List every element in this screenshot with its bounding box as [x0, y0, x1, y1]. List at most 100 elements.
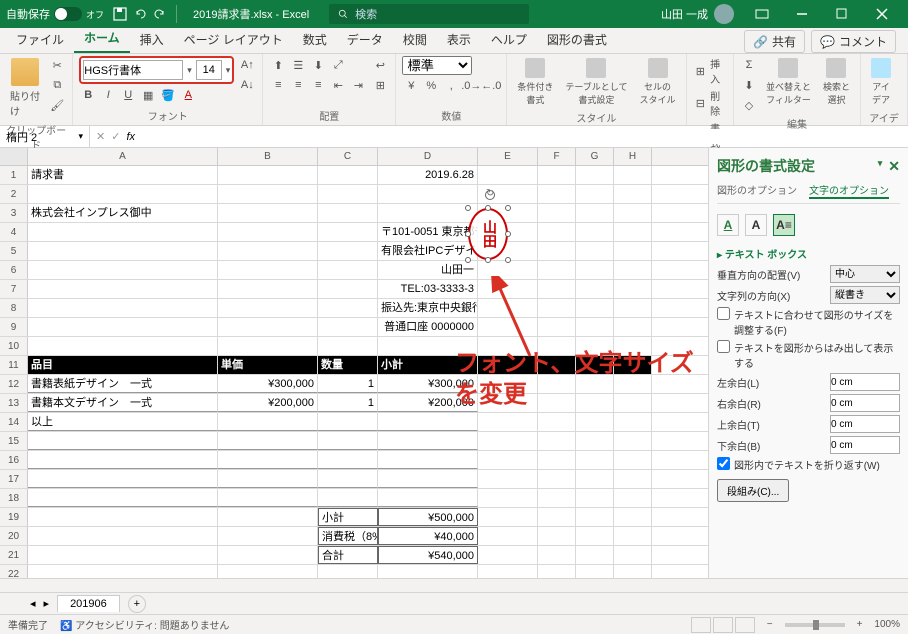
decrease-font-icon[interactable]: A↓ — [238, 76, 256, 94]
cell[interactable] — [28, 432, 218, 450]
copy-icon[interactable]: ⧉ — [48, 76, 66, 94]
paste-button[interactable]: 貼り付け — [6, 56, 44, 120]
row-header[interactable]: 9 — [0, 318, 28, 336]
cell[interactable] — [576, 470, 614, 488]
fx-icon[interactable]: fx — [126, 131, 135, 143]
cell[interactable] — [614, 242, 652, 260]
cell[interactable]: 小計 — [318, 508, 378, 526]
cell[interactable]: ¥200,000 — [218, 394, 318, 412]
share-button[interactable]: 🔗共有 — [744, 30, 805, 53]
margin-top-input[interactable] — [830, 415, 900, 433]
cell[interactable] — [478, 451, 538, 469]
clear-icon[interactable]: ◇ — [740, 96, 758, 114]
cell[interactable]: ¥40,000 — [378, 527, 478, 545]
cell[interactable] — [538, 508, 576, 526]
cell[interactable] — [478, 527, 538, 545]
cell[interactable] — [218, 546, 318, 564]
cell[interactable]: ¥540,000 — [378, 546, 478, 564]
cell[interactable] — [218, 299, 318, 317]
chevron-down-icon[interactable]: ▾ — [226, 65, 231, 76]
cell[interactable] — [538, 242, 576, 260]
cell[interactable] — [538, 451, 576, 469]
cell[interactable] — [538, 565, 576, 578]
number-format-select[interactable]: 標準 — [402, 56, 472, 75]
cell[interactable] — [478, 546, 538, 564]
chevron-down-icon[interactable]: ▾ — [187, 65, 192, 76]
column-header[interactable]: B — [218, 148, 318, 165]
cell[interactable]: 1 — [318, 375, 378, 393]
find-select-button[interactable]: 検索と 選択 — [819, 56, 854, 108]
cell[interactable] — [576, 166, 614, 184]
wrap-text-icon[interactable]: ↩ — [371, 56, 389, 74]
row-header[interactable]: 6 — [0, 261, 28, 279]
cell[interactable] — [576, 280, 614, 298]
column-header[interactable]: H — [614, 148, 652, 165]
font-color-icon[interactable]: A — [179, 86, 197, 104]
cell[interactable] — [538, 470, 576, 488]
cell[interactable] — [318, 299, 378, 317]
cell[interactable] — [614, 413, 652, 431]
cell[interactable] — [218, 527, 318, 545]
cell[interactable] — [478, 280, 538, 298]
cell[interactable] — [218, 166, 318, 184]
cell[interactable] — [538, 204, 576, 222]
cell[interactable] — [218, 432, 318, 450]
cell[interactable] — [614, 318, 652, 336]
currency-icon[interactable]: ¥ — [402, 77, 420, 95]
cell[interactable] — [538, 223, 576, 241]
cell[interactable] — [538, 432, 576, 450]
cell[interactable]: 以上 — [28, 413, 218, 431]
cell[interactable] — [478, 432, 538, 450]
cell[interactable] — [576, 242, 614, 260]
cell[interactable] — [378, 185, 478, 203]
cell[interactable] — [28, 280, 218, 298]
percent-icon[interactable]: % — [422, 77, 440, 95]
cell[interactable] — [538, 261, 576, 279]
cell[interactable] — [478, 299, 538, 317]
cell[interactable] — [28, 470, 218, 488]
cell[interactable] — [538, 318, 576, 336]
select-all-corner[interactable] — [0, 148, 28, 165]
cell[interactable]: 株式会社インプレス御中 — [28, 204, 218, 222]
cell[interactable] — [218, 451, 318, 469]
cell[interactable]: 振込先:東京中央銀行 神保町支店 — [378, 299, 478, 317]
cell[interactable] — [576, 508, 614, 526]
cell[interactable]: 請求書 — [28, 166, 218, 184]
row-header[interactable]: 16 — [0, 451, 28, 469]
autosum-icon[interactable]: Σ — [740, 56, 758, 74]
cell[interactable] — [478, 470, 538, 488]
cell[interactable]: 単価 — [218, 356, 318, 374]
cell[interactable] — [538, 546, 576, 564]
cell[interactable] — [614, 280, 652, 298]
worksheet-grid[interactable]: ABCDEFGH 1請求書2019.6.2823株式会社インプレス御中4〒101… — [0, 148, 708, 578]
cell[interactable]: 合計 — [318, 546, 378, 564]
cell[interactable] — [576, 204, 614, 222]
cell[interactable]: 普通口座 0000000 — [378, 318, 478, 336]
cell[interactable] — [218, 489, 318, 507]
tab-formulas[interactable]: 数式 — [293, 27, 337, 53]
row-header[interactable]: 3 — [0, 204, 28, 222]
conditional-format-button[interactable]: 条件付き 書式 — [513, 56, 557, 108]
tab-view[interactable]: 表示 — [437, 27, 481, 53]
cell[interactable] — [614, 546, 652, 564]
ideas-button[interactable]: アイ デア — [867, 56, 895, 108]
tab-data[interactable]: データ — [337, 27, 393, 53]
cell[interactable] — [478, 489, 538, 507]
row-header[interactable]: 5 — [0, 242, 28, 260]
tab-file[interactable]: ファイル — [6, 27, 74, 53]
tp-tab-text[interactable]: 文字のオプション — [809, 182, 889, 199]
orientation-icon[interactable]: ⤢ — [329, 56, 347, 74]
cell[interactable] — [576, 546, 614, 564]
name-box[interactable]: 楕円 2▾ — [0, 126, 90, 147]
cell[interactable] — [28, 565, 218, 578]
cell[interactable] — [576, 299, 614, 317]
cell[interactable] — [28, 223, 218, 241]
row-header[interactable]: 8 — [0, 299, 28, 317]
cell[interactable] — [378, 451, 478, 469]
cell[interactable] — [378, 565, 478, 578]
row-header[interactable]: 22 — [0, 565, 28, 578]
cell[interactable] — [28, 546, 218, 564]
cell[interactable] — [318, 432, 378, 450]
row-header[interactable]: 17 — [0, 470, 28, 488]
italic-icon[interactable]: I — [99, 86, 117, 104]
